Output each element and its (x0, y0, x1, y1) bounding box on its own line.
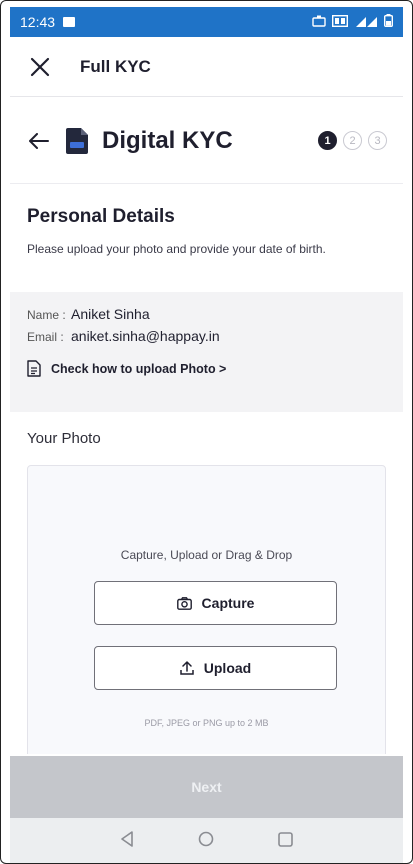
back-arrow-icon[interactable] (24, 126, 54, 156)
step-indicator: 1 2 3 (318, 131, 387, 150)
notification-icon (63, 17, 76, 27)
android-nav-bar (10, 818, 403, 863)
upload-button[interactable]: Upload (94, 646, 337, 690)
section-heading: Personal Details (27, 206, 175, 227)
name-value: Aniket Sinha (71, 306, 150, 322)
kyc-title: Digital KYC (102, 126, 233, 154)
volte-icon (331, 14, 349, 30)
email-row: Email : aniket.sinha@happay.in (27, 328, 386, 344)
upload-icon (180, 661, 194, 675)
next-button[interactable]: Next (10, 756, 403, 818)
step-3: 3 (368, 131, 387, 150)
your-photo-section: Your Photo Capture, Upload or Drag & Dro… (10, 412, 403, 754)
status-time: 12:43 (20, 14, 56, 30)
upload-help-text: Check how to upload Photo > (51, 361, 227, 376)
kyc-header: Digital KYC 1 2 3 (10, 98, 403, 184)
photo-dropzone[interactable]: Capture, Upload or Drag & Drop Capture U… (27, 465, 386, 754)
step-1: 1 (318, 131, 337, 150)
document-icon (27, 360, 41, 377)
upload-help-link[interactable]: Check how to upload Photo > (27, 360, 386, 377)
nav-back-icon[interactable] (120, 831, 134, 852)
nav-recents-icon[interactable] (278, 831, 293, 852)
step-2: 2 (343, 131, 362, 150)
capture-label: Capture (201, 595, 255, 611)
alarm-icon (312, 14, 326, 30)
kyc-document-icon (66, 127, 88, 154)
main-content[interactable]: Digital KYC 1 2 3 Personal Details Pleas… (10, 98, 403, 754)
email-value: aniket.sinha@happay.in (71, 328, 220, 344)
close-icon[interactable] (10, 37, 70, 97)
nav-home-icon[interactable] (198, 831, 214, 852)
capture-button[interactable]: Capture (94, 581, 337, 625)
your-photo-heading: Your Photo (27, 430, 101, 447)
email-label: Email : (27, 330, 64, 344)
signal-icon (354, 14, 378, 30)
app-bar: Full KYC (10, 37, 403, 97)
file-limits-note: PDF, JPEG or PNG up to 2 MB (144, 718, 269, 728)
dropzone-hint: Capture, Upload or Drag & Drop (120, 548, 293, 562)
status-icons (312, 14, 393, 30)
name-row: Name : Aniket Sinha (27, 306, 386, 322)
battery-icon (383, 14, 393, 30)
next-label: Next (191, 779, 222, 795)
user-info-panel: Name : Aniket Sinha Email : aniket.sinha… (10, 292, 403, 412)
section-subtitle: Please upload your photo and provide you… (27, 242, 326, 256)
device-frame: 12:43 Full KYC Digital KYC 1 2 3 Persona… (0, 0, 413, 864)
name-label: Name : (27, 308, 66, 322)
page-title: Full KYC (80, 56, 151, 76)
status-bar: 12:43 (10, 7, 403, 37)
upload-label: Upload (203, 660, 252, 676)
personal-details-section: Personal Details Please upload your phot… (10, 184, 403, 292)
camera-icon (176, 596, 192, 610)
